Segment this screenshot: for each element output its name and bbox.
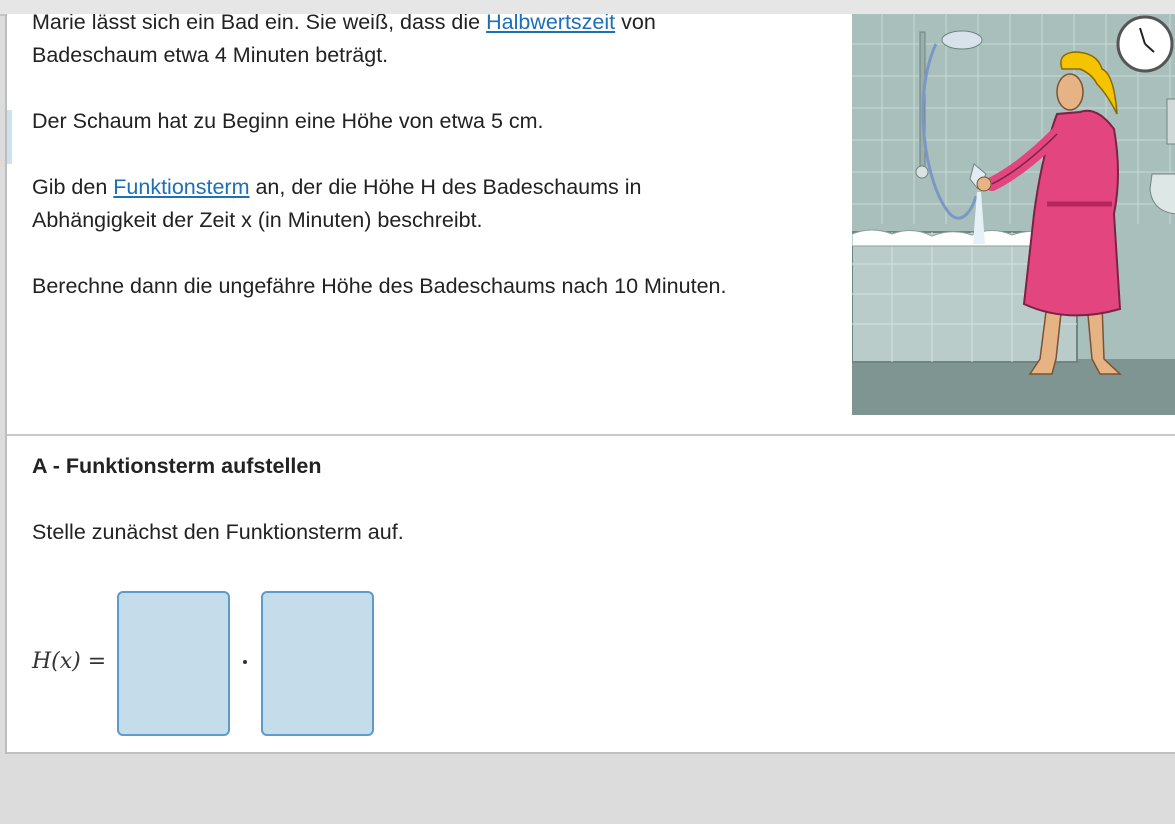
instruction-text-suffix: an, der die Höhe H des Badeschaums in (249, 175, 642, 199)
face (1056, 73, 1084, 111)
multiply-dot (243, 660, 247, 664)
bottom-divider (7, 752, 1175, 754)
section-a-prompt: Stelle zunächst den Funktionsterm auf. (32, 520, 404, 544)
formula-label: H(x) = (32, 649, 107, 674)
instruction-text: Gib den (32, 175, 114, 199)
instruction-paragraph: Gib den Funktionsterm an, der die Höhe H… (32, 171, 832, 237)
section-divider (7, 434, 1175, 436)
foam-start-paragraph: Der Schaum hat zu Beginn eine Höhe von e… (32, 109, 544, 133)
intro-paragraph: Marie lässt sich ein Bad ein. Sie weiß, … (32, 14, 832, 72)
exercise-card: Marie lässt sich ein Bad ein. Sie weiß, … (5, 14, 1175, 754)
compute-paragraph: Berechne dann die ungefähre Höhe des Bad… (32, 274, 727, 298)
intro-text-line2: Badeschaum etwa 4 Minuten beträgt. (32, 43, 389, 67)
bathroom-illustration (852, 14, 1175, 415)
intro-text: Marie lässt sich ein Bad ein. Sie weiß, … (32, 14, 487, 34)
intro-text-suffix: von (615, 14, 656, 34)
floor (852, 359, 1175, 415)
factor-input-1[interactable] (117, 591, 230, 736)
section-a-heading: A - Funktionsterm aufstellen (32, 454, 322, 478)
left-accent-strip (7, 110, 12, 164)
instruction-text-line2: Abhängigkeit der Zeit x (in Minuten) bes… (32, 208, 483, 232)
factor-input-2[interactable] (261, 591, 374, 736)
funktionsterm-link[interactable]: Funktionsterm (113, 175, 249, 199)
halbwertszeit-link[interactable]: Halbwertszeit (486, 14, 615, 34)
shower-head (941, 30, 983, 50)
